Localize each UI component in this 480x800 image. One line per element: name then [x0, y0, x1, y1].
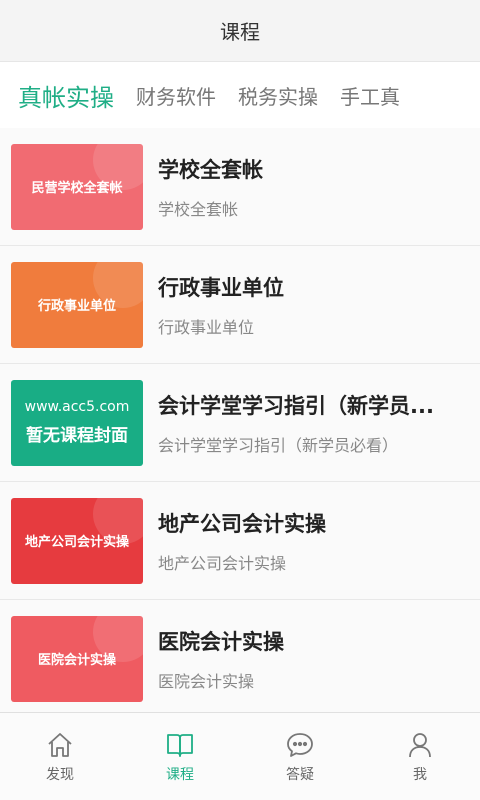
course-cover: 行政事业单位 [11, 261, 143, 348]
cover-url-text: www.acc5.com [24, 399, 130, 415]
tabbar-label: 发现 [46, 766, 74, 783]
person-icon [409, 732, 431, 757]
tab-finance-software[interactable]: 财务软件 [136, 81, 216, 110]
tabbar-label: 课程 [166, 766, 194, 783]
course-cover: 医院会计实操 [11, 615, 143, 702]
course-title: 会计学堂学习指引（新学员... [158, 393, 434, 418]
course-item[interactable]: 行政事业单位 行政事业单位 行政事业单位 [0, 246, 480, 364]
course-subtitle: 会计学堂学习指引（新学员必看） [158, 435, 399, 455]
cover-placeholder-text: 暂无课程封面 [26, 426, 128, 446]
book-icon [167, 733, 193, 757]
course-cover: 民营学校全套帐 [11, 143, 143, 230]
bottom-tab-bar: 发现 课程 答疑 我 [0, 712, 480, 800]
tabbar-courses[interactable]: 课程 [120, 713, 240, 800]
tabbar-label: 我 [413, 766, 427, 783]
course-subtitle: 地产公司会计实操 [158, 553, 287, 573]
tab-real-accounts[interactable]: 真帐实操 [18, 78, 114, 113]
course-cover: 地产公司会计实操 [11, 497, 143, 584]
page-title: 课程 [220, 20, 260, 44]
course-item[interactable]: 医院会计实操 医院会计实操 医院会计实操 [0, 600, 480, 718]
course-item[interactable]: www.acc5.com 暂无课程封面 会计学堂学习指引（新学员... 会计学堂… [0, 364, 480, 482]
tabbar-me[interactable]: 我 [360, 713, 480, 800]
tabbar-qa[interactable]: 答疑 [240, 713, 360, 800]
tabbar-discover[interactable]: 发现 [0, 713, 120, 800]
course-item[interactable]: 民营学校全套帐 学校全套帐 学校全套帐 [0, 128, 480, 246]
tabbar-label: 答疑 [286, 766, 314, 783]
course-list: 民营学校全套帐 学校全套帐 学校全套帐 行政事业单位 行政事业单位 行政事业单位… [0, 128, 480, 718]
course-subtitle: 医院会计实操 [158, 671, 255, 691]
home-icon [48, 732, 72, 757]
course-title: 学校全套帐 [158, 157, 263, 182]
course-cover: www.acc5.com 暂无课程封面 [11, 379, 143, 466]
category-tabs: 真帐实操 财务软件 税务实操 手工真 [0, 62, 480, 128]
tab-manual-accounts[interactable]: 手工真 [340, 81, 400, 110]
top-bar: 课程 [0, 0, 480, 62]
course-item[interactable]: 地产公司会计实操 地产公司会计实操 地产公司会计实操 [0, 482, 480, 600]
tab-tax-practice[interactable]: 税务实操 [238, 81, 318, 110]
course-title: 地产公司会计实操 [158, 511, 326, 536]
course-title: 行政事业单位 [158, 275, 284, 300]
chat-bubble-icon [287, 732, 313, 757]
course-subtitle: 行政事业单位 [158, 317, 255, 337]
course-title: 医院会计实操 [158, 629, 284, 654]
course-subtitle: 学校全套帐 [158, 199, 239, 219]
